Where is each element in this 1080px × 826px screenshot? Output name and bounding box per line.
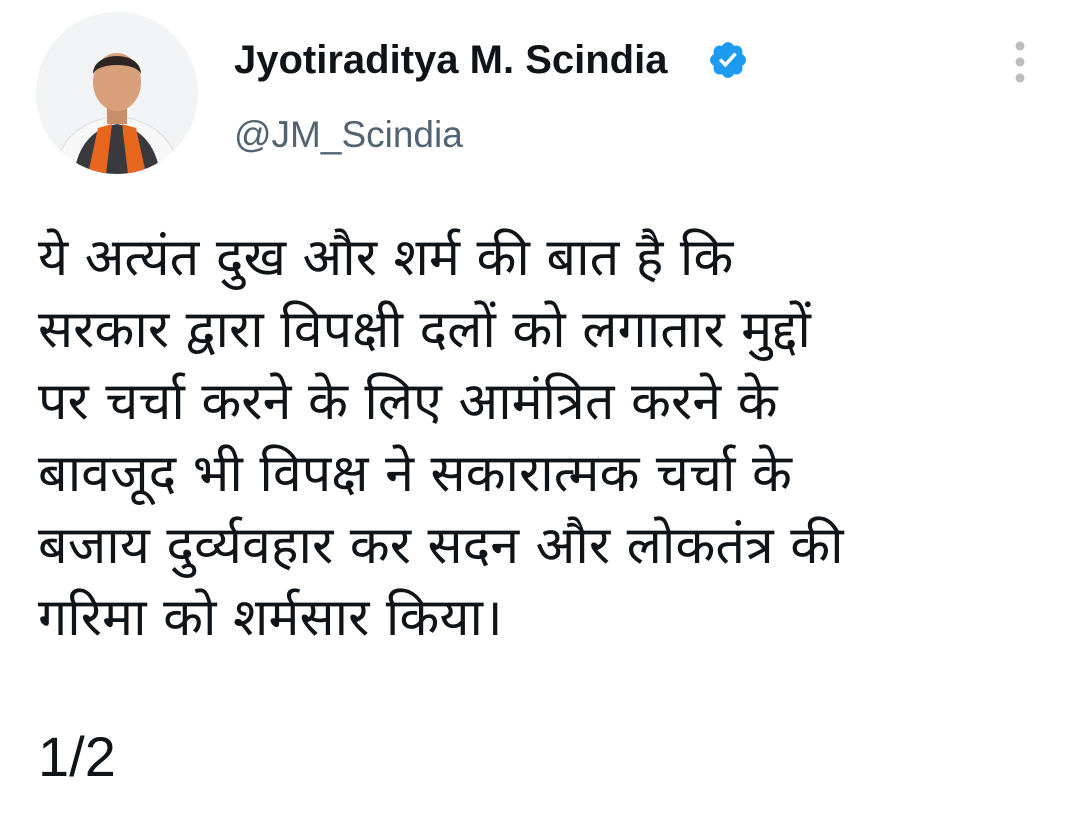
thread-position: 1/2 — [38, 725, 116, 788]
display-name[interactable]: Jyotiraditya M. Scindia — [234, 36, 667, 84]
tweet-card: Jyotiraditya M. Scindia @JM_Scindia ये अ… — [0, 0, 1080, 826]
tweet-text-line: सरकार द्वारा विपक्षी दलों को लगातार मुद्… — [38, 300, 811, 360]
user-handle[interactable]: @JM_Scindia — [234, 112, 463, 158]
tweet-text-line: ये अत्यंत दुख और शर्म की बात है कि — [38, 228, 734, 288]
more-vertical-icon[interactable] — [1000, 38, 1040, 86]
verified-badge-icon — [710, 42, 746, 78]
tweet-text-line: पर चर्चा करने के लिए आमंत्रित करने के — [38, 372, 778, 432]
avatar[interactable] — [36, 12, 198, 174]
tweet-text-line: गरिमा को शर्मसार किया। — [38, 588, 503, 648]
tweet-text: ये अत्यंत दुख और शर्म की बात है कि सरकार… — [38, 222, 1068, 654]
tweet-text-line: बावजूद भी विपक्ष ने सकारात्मक चर्चा के — [38, 444, 792, 504]
profile-photo-icon — [36, 12, 198, 174]
tweet-text-line: बजाय दुर्व्यवहार कर सदन और लोकतंत्र की — [38, 516, 844, 576]
